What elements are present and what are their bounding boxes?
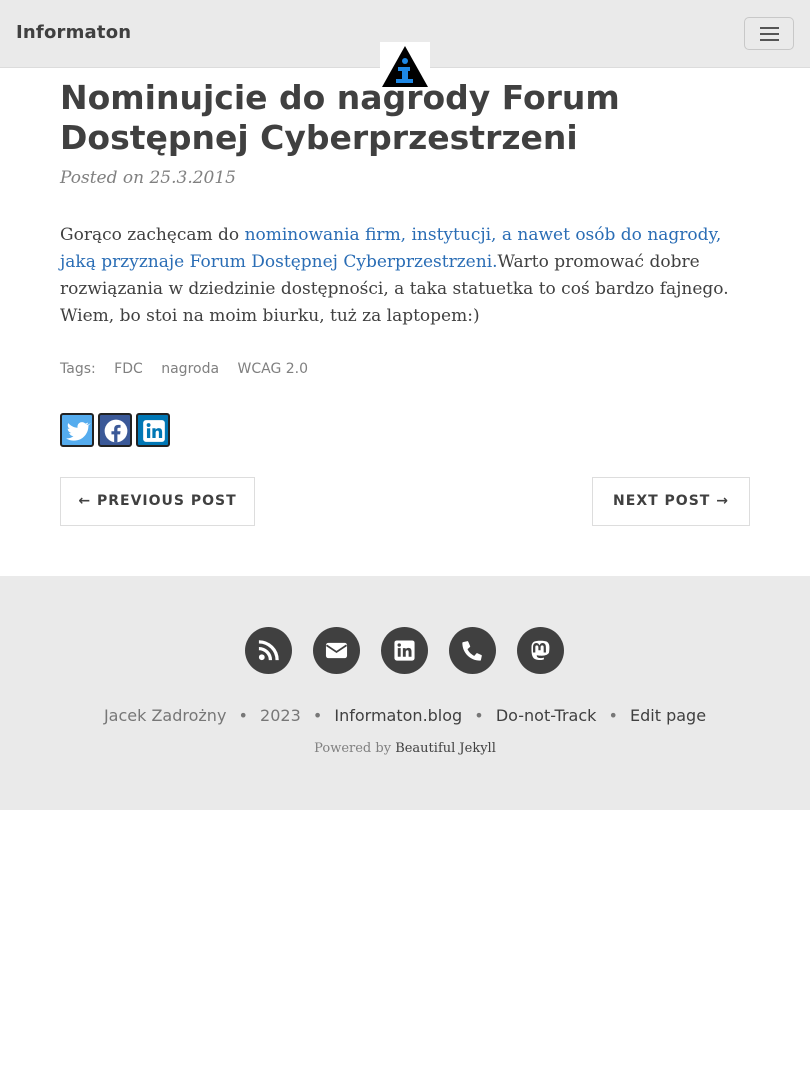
- site-brand-link[interactable]: Informaton: [16, 22, 131, 43]
- tag-link[interactable]: nagroda: [161, 361, 219, 377]
- footer-separator: •: [238, 706, 248, 725]
- next-post-button[interactable]: NEXT POST →: [592, 477, 750, 526]
- site-footer: Jacek Zadrożny • 2023 • Informaton.blog …: [0, 576, 810, 810]
- tag-link[interactable]: FDC: [114, 361, 143, 377]
- footer-author: Jacek Zadrożny: [103, 706, 227, 725]
- linkedin-icon: [394, 640, 415, 661]
- share-twitter-button[interactable]: [60, 413, 94, 447]
- tag-link[interactable]: WCAG 2.0: [238, 361, 309, 377]
- facebook-icon: [104, 419, 128, 443]
- share-linkedin-button[interactable]: [136, 413, 170, 447]
- share-facebook-button[interactable]: [98, 413, 132, 447]
- post-body: Gorąco zachęcam do nominowania firm, ins…: [60, 222, 760, 330]
- mastodon-icon: [531, 640, 550, 661]
- previous-post-button[interactable]: ← PREVIOUS POST: [60, 477, 255, 526]
- twitter-icon: [66, 422, 91, 441]
- phone-link[interactable]: [449, 627, 496, 674]
- envelope-icon: [325, 642, 348, 659]
- footer-year: 2023: [260, 706, 301, 725]
- post-tags: Tags: FDC nagroda WCAG 2.0: [60, 361, 322, 377]
- theme-link[interactable]: Beautiful Jekyll: [395, 741, 496, 756]
- footer-separator: •: [312, 706, 323, 725]
- mastodon-link[interactable]: [517, 627, 564, 674]
- footer-social-links: [245, 627, 575, 675]
- post-date: Posted on 25.3.2015: [60, 168, 236, 188]
- footer-edit-page-link[interactable]: Edit page: [630, 706, 706, 725]
- linkedin-icon: [143, 420, 165, 442]
- hamburger-icon-bar: [760, 39, 779, 41]
- footer-dnt-link[interactable]: Do-not-Track: [496, 706, 597, 725]
- post-title: Nominujcie do nagrody Forum Dostępnej Cy…: [60, 78, 620, 157]
- rss-link[interactable]: [245, 627, 292, 674]
- footer-separator: •: [608, 706, 618, 725]
- tags-label: Tags:: [60, 361, 96, 377]
- post-heading: Nominujcie do nagrody Forum Dostępnej Cy…: [60, 78, 750, 188]
- hamburger-icon: [760, 27, 779, 29]
- menu-toggle-button[interactable]: [744, 17, 794, 50]
- phone-icon: [462, 641, 482, 661]
- footer-copyright-line: Jacek Zadrożny • 2023 • Informaton.blog …: [0, 706, 810, 725]
- share-buttons: [60, 413, 170, 447]
- footer-separator: •: [474, 706, 484, 725]
- hamburger-icon-bar: [760, 33, 779, 35]
- footer-site-link[interactable]: Informaton.blog: [334, 706, 462, 725]
- rss-icon: [258, 640, 279, 661]
- post-body-lead: Gorąco zachęcam do: [60, 225, 245, 245]
- powered-by-label: Powered by: [314, 741, 392, 756]
- linkedin-link[interactable]: [381, 627, 428, 674]
- email-link[interactable]: [313, 627, 360, 674]
- footer-powered-by: Powered by Beautiful Jekyll: [0, 741, 810, 756]
